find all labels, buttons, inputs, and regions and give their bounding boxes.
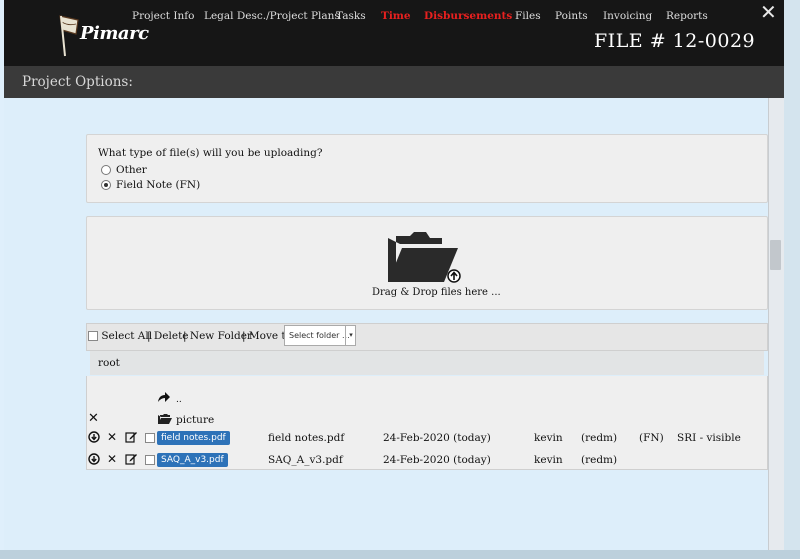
nav-item-reports[interactable]: Reports — [666, 10, 708, 22]
file-type-panel — [86, 134, 768, 203]
drop-zone-text: Drag & Drop files here ... — [372, 287, 501, 298]
nav-item-invoicing[interactable]: Invoicing — [603, 10, 652, 22]
parent-folder-link[interactable]: .. — [176, 395, 182, 405]
select-all-checkbox[interactable] — [88, 331, 98, 341]
project-options-nav: Project Options: — [4, 66, 784, 99]
file-open-button[interactable]: SAQ_A_v3.pdf — [157, 453, 228, 467]
file-user: kevin — [534, 432, 563, 444]
folder-upload-icon — [388, 232, 461, 283]
nav-item-project-info[interactable]: Project Info — [132, 10, 194, 22]
window-bottom-edge — [0, 550, 800, 559]
nav-item-time[interactable]: Time — [381, 10, 411, 22]
file-date: 24-Feb-2020 (today) — [383, 432, 491, 444]
select-all-label: Select All — [101, 330, 153, 342]
file-open-button[interactable]: field notes.pdf — [157, 431, 230, 445]
logo-text: Pimarc — [80, 23, 149, 44]
nav-label: Project Options: — [22, 74, 133, 90]
right-gutter — [784, 0, 800, 559]
logo-flag-icon — [59, 15, 79, 57]
file-note: SRI - visible — [677, 432, 741, 444]
breadcrumb-root[interactable]: root — [98, 357, 120, 369]
nav-item-tasks[interactable]: Tasks — [336, 10, 366, 22]
radio-field-note[interactable]: Field Note (FN) — [101, 179, 200, 191]
radio-button[interactable] — [101, 165, 111, 175]
file-date: 24-Feb-2020 (today) — [383, 454, 491, 466]
nav-item-legal-desc[interactable]: Legal Desc./Project Plans — [204, 10, 340, 22]
row-checkbox[interactable] — [145, 455, 155, 465]
download-icon[interactable] — [88, 453, 100, 465]
file-role: (redm) — [581, 432, 618, 444]
file-user: kevin — [534, 454, 563, 466]
nav-item-files[interactable]: Files — [515, 10, 541, 22]
file-number-title: FILE # 12-0029 — [594, 30, 756, 52]
radio-other[interactable]: Other — [101, 164, 147, 176]
row-checkbox[interactable] — [145, 433, 155, 443]
radio-label: Other — [116, 164, 147, 176]
folder-open-icon — [158, 414, 172, 424]
share-forward-icon[interactable] — [157, 391, 171, 403]
chevron-down-icon[interactable]: ▾ — [345, 325, 356, 346]
folder-name[interactable]: picture — [176, 414, 214, 426]
scrollbar-thumb[interactable] — [770, 240, 781, 270]
file-type-question: What type of file(s) will you be uploadi… — [98, 147, 323, 159]
file-name: SAQ_A_v3.pdf — [268, 454, 343, 466]
radio-button-selected[interactable] — [101, 180, 111, 190]
delete-icon[interactable]: ✕ — [107, 430, 117, 444]
select-all-control[interactable]: Select All — [88, 330, 152, 342]
edit-icon[interactable] — [125, 431, 137, 443]
breadcrumb — [90, 351, 764, 375]
download-icon[interactable] — [88, 431, 100, 443]
close-icon[interactable]: ✕ — [88, 411, 99, 426]
close-button[interactable]: ✕ — [760, 2, 777, 22]
file-type: (FN) — [639, 432, 664, 444]
nav-item-disbursements[interactable]: Disbursements — [424, 10, 512, 22]
delete-icon[interactable]: ✕ — [107, 452, 117, 466]
nav-item-points[interactable]: Points — [555, 10, 588, 22]
file-role: (redm) — [581, 454, 618, 466]
radio-label: Field Note (FN) — [116, 179, 201, 191]
edit-icon[interactable] — [125, 453, 137, 465]
vertical-scrollbar[interactable] — [768, 98, 785, 550]
file-name: field notes.pdf — [268, 432, 345, 444]
